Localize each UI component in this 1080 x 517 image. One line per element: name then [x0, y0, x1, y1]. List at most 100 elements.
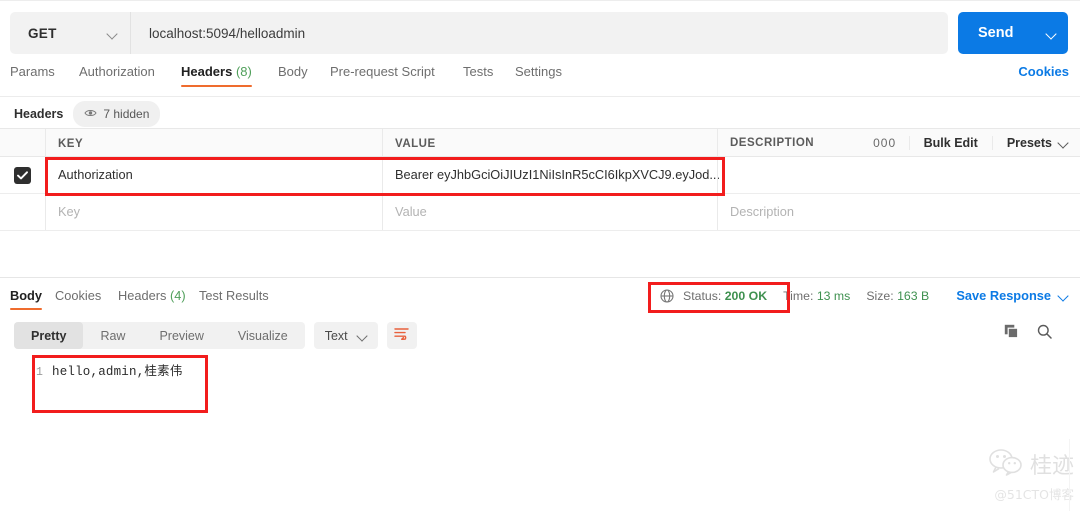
headers-section-label: Headers — [14, 107, 64, 121]
watermark-divider — [1069, 439, 1070, 511]
top-divider — [0, 0, 1080, 1]
tab-pre-request-script-label: Pre-request Script — [330, 64, 435, 79]
row-checkbox-cell — [0, 166, 45, 184]
save-response-chevron-down-icon[interactable] — [1059, 291, 1068, 300]
col-divider — [717, 157, 718, 193]
http-method-selector[interactable]: GET — [10, 12, 130, 54]
tab-headers[interactable]: Headers (8) — [181, 64, 252, 87]
response-tab-headers-count: (4) — [169, 288, 186, 303]
watermark-name: 桂迹 — [1029, 454, 1074, 479]
presets-label: Presets — [1006, 135, 1052, 150]
view-mode-pretty[interactable]: Pretty — [14, 322, 84, 349]
save-response-button[interactable]: Save Response — [956, 288, 1068, 303]
http-method-label: GET — [28, 25, 57, 41]
watermark-top: 桂迹 — [989, 448, 1074, 481]
new-key-input[interactable]: Key — [58, 204, 80, 219]
wrap-lines-icon — [394, 327, 409, 345]
search-icon[interactable] — [1037, 324, 1052, 339]
line-number: 1 — [36, 366, 43, 379]
presets-button[interactable]: Presets — [991, 135, 1080, 150]
size-badge: Size: 163 B — [866, 289, 929, 303]
send-options-chevron-down-icon[interactable] — [1047, 29, 1056, 38]
check-icon — [17, 170, 28, 179]
panel-divider[interactable] — [0, 277, 1080, 278]
column-header-value: VALUE — [395, 137, 436, 150]
response-body-content[interactable]: 1 hello,admin,桂素伟 — [30, 360, 183, 379]
column-header-key: KEY — [58, 137, 84, 150]
headers-table-actions: 000 Bulk Edit Presets — [861, 128, 1080, 157]
more-options-icon[interactable]: 000 — [861, 136, 909, 150]
tab-authorization[interactable]: Authorization — [79, 64, 155, 79]
wrap-lines-button[interactable] — [386, 322, 417, 349]
view-mode-raw[interactable]: Raw — [83, 322, 142, 349]
presets-chevron-down-icon — [1059, 138, 1068, 147]
new-description-input[interactable]: Description — [730, 204, 794, 219]
table-row-placeholder[interactable]: Key Value Description — [0, 194, 1080, 231]
tab-headers-count: (8) — [235, 64, 252, 79]
postman-window: GET localhost:5094/helloadmin Send Param… — [0, 0, 1080, 517]
copy-icon[interactable] — [1004, 324, 1019, 339]
response-tab-active-underline — [10, 307, 42, 310]
watermark: 桂迹 @51CTO博客 — [939, 439, 1074, 511]
request-tab-bar: Params Authorization Headers (8) Body Pr… — [0, 64, 1080, 94]
headers-table-head: KEY VALUE DESCRIPTION 000 Bulk Edit Pres… — [0, 128, 1080, 157]
format-chevron-down-icon — [358, 331, 367, 340]
response-tab-body-label: Body — [10, 288, 42, 303]
response-tab-body[interactable]: Body — [10, 288, 42, 310]
response-body-toolbar: Pretty Raw Preview Visualize Text — [14, 322, 417, 349]
code-line: 1 hello,admin,桂素伟 — [30, 360, 183, 379]
time-label: Time: — [783, 289, 814, 303]
bulk-edit-button[interactable]: Bulk Edit — [908, 135, 992, 150]
tabs-divider — [0, 96, 1080, 97]
save-response-label: Save Response — [956, 288, 1051, 303]
status-label: Status: — [683, 289, 722, 303]
response-tab-test-results-label: Test Results — [199, 288, 269, 303]
hidden-headers-label: 7 hidden — [103, 107, 150, 121]
line-text: hello,admin,桂素伟 — [52, 365, 183, 379]
format-label: Text — [324, 328, 348, 343]
wechat-icon — [989, 448, 1023, 481]
row-enabled-checkbox[interactable] — [14, 166, 31, 184]
globe-icon — [660, 289, 674, 303]
eye-icon — [84, 105, 97, 123]
new-value-input[interactable]: Value — [395, 204, 427, 219]
view-mode-visualize[interactable]: Visualize — [221, 322, 305, 349]
size-value: 163 B — [897, 289, 930, 303]
tab-authorization-label: Authorization — [79, 64, 155, 79]
chevron-down-icon — [108, 29, 117, 38]
response-tab-cookies-label: Cookies — [55, 288, 102, 303]
tab-headers-label: Headers — [181, 64, 233, 79]
tab-body-label: Body — [278, 64, 308, 79]
cookies-link[interactable]: Cookies — [1018, 64, 1069, 79]
send-button[interactable]: Send — [958, 12, 1068, 54]
response-tab-test-results[interactable]: Test Results — [199, 288, 269, 303]
time-value: 13 ms — [816, 289, 851, 303]
tab-params[interactable]: Params — [10, 64, 55, 79]
view-mode-group: Pretty Raw Preview Visualize — [14, 322, 305, 349]
watermark-subtitle: @51CTO博客 — [994, 486, 1074, 502]
response-meta: Status: 200 OK Time: 13 ms Size: 163 B — [660, 289, 945, 303]
tab-settings[interactable]: Settings — [515, 64, 562, 79]
time-badge: Time: 13 ms — [783, 289, 850, 303]
response-tab-headers[interactable]: Headers (4) — [118, 288, 186, 303]
table-row[interactable]: Authorization Bearer eyJhbGciOiJIUzI1NiI… — [0, 157, 1080, 194]
response-body-tools — [1004, 324, 1052, 339]
response-tab-cookies[interactable]: Cookies — [55, 288, 101, 303]
tab-tests-label: Tests — [463, 64, 494, 79]
tab-active-underline — [181, 84, 252, 87]
size-label: Size: — [866, 289, 894, 303]
header-key-value[interactable]: Authorization — [58, 167, 133, 182]
url-input[interactable]: localhost:5094/helloadmin — [131, 26, 948, 41]
tab-pre-request-script[interactable]: Pre-request Script — [330, 64, 435, 79]
status-badge: Status: 200 OK — [683, 289, 767, 303]
send-button-label: Send — [978, 25, 1014, 41]
tab-body[interactable]: Body — [278, 64, 308, 79]
headers-subbar: Headers 7 hidden — [14, 101, 161, 127]
tab-tests[interactable]: Tests — [463, 64, 493, 79]
view-mode-preview[interactable]: Preview — [142, 322, 220, 349]
tab-settings-label: Settings — [515, 64, 562, 79]
headers-table: KEY VALUE DESCRIPTION 000 Bulk Edit Pres… — [0, 128, 1080, 231]
hidden-headers-toggle[interactable]: 7 hidden — [73, 101, 161, 127]
format-selector[interactable]: Text — [313, 322, 378, 349]
header-value-value[interactable]: Bearer eyJhbGciOiJIUzI1NiIsInR5cCI6IkpXV… — [395, 167, 720, 182]
